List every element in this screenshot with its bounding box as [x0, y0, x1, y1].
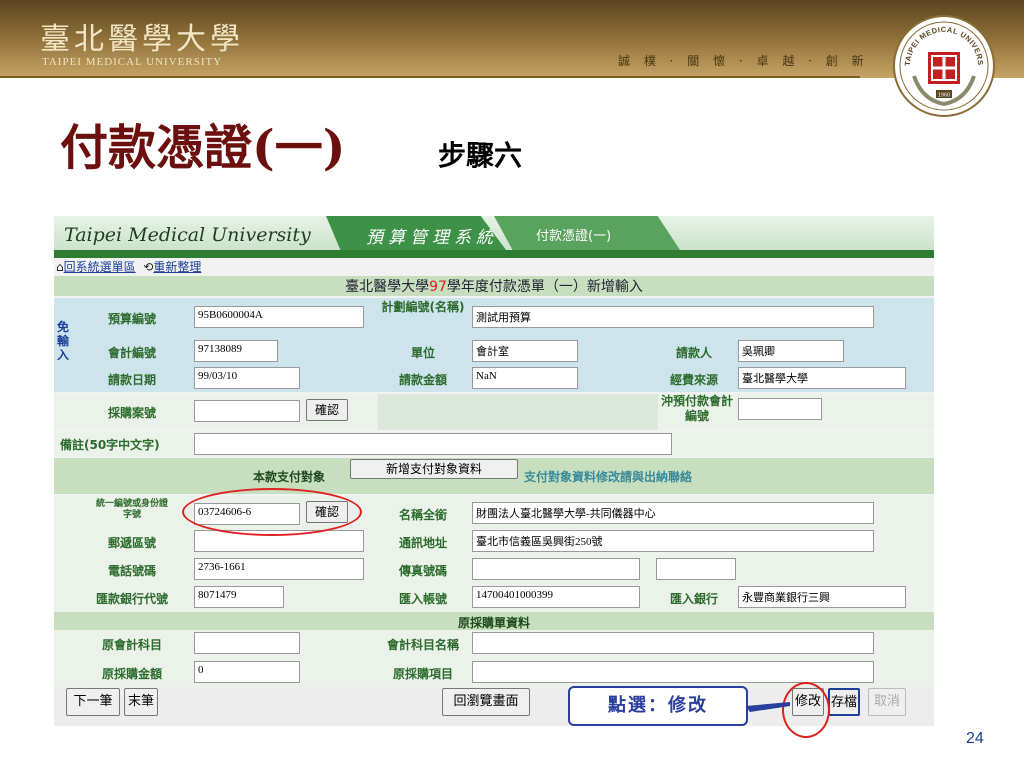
- orig-amount-label: 原採購金額: [101, 667, 162, 681]
- refresh-icon[interactable]: ⟲: [143, 260, 153, 274]
- date-field[interactable]: 99/03/10: [194, 367, 300, 389]
- university-emblem-icon: TAIPEI MEDICAL UNIVERSITY 1960: [892, 14, 995, 117]
- payee-notice: 支付對象資料修改請與出納聯絡: [524, 470, 693, 484]
- fax-ext-field[interactable]: [656, 558, 736, 580]
- amount-field[interactable]: NaN: [472, 367, 578, 389]
- form-title: 臺北醫學大學97學年度付款憑單（一）新增輸入: [54, 276, 934, 296]
- prepay-field[interactable]: [738, 398, 822, 420]
- phone-field[interactable]: 2736-1661: [194, 558, 364, 580]
- cancel-button[interactable]: 取消: [868, 688, 906, 716]
- orig-item-field[interactable]: [472, 661, 874, 683]
- unit-label: 單位: [410, 346, 435, 360]
- side-label: 免輸入: [56, 320, 69, 362]
- budget-no-field[interactable]: 95B0600004A: [194, 306, 364, 328]
- unit-field[interactable]: 會計室: [472, 340, 578, 362]
- payee-id-label: 統一編號或身份證字號: [95, 499, 168, 520]
- app-window: Taipei Medical University 預算管理系統 付款憑證(一)…: [54, 216, 934, 726]
- callout-box: 點選：修改: [568, 686, 748, 726]
- app-green-bar: [54, 250, 934, 258]
- bank-field[interactable]: 永豐商業銀行三興: [738, 586, 906, 608]
- purchase-confirm-button[interactable]: 確認: [306, 399, 348, 421]
- orig-acct-name-field[interactable]: [472, 632, 874, 654]
- acct-no-label: 會計編號: [107, 346, 156, 360]
- slide-title: 付款憑證(一): [60, 120, 346, 176]
- purchase-label: 採購案號: [107, 406, 156, 420]
- acct-no-field[interactable]: 97138089: [194, 340, 278, 362]
- page-number: 24: [966, 730, 984, 747]
- fund-label: 經費來源: [669, 373, 718, 387]
- budget-no-label: 預算編號: [107, 312, 156, 326]
- applicant-field[interactable]: 吳珮卿: [738, 340, 844, 362]
- add-payee-button[interactable]: 新增支付對象資料: [350, 459, 518, 479]
- callout-pointer-icon: [746, 702, 790, 712]
- orig-section-label: 原採購單資料: [457, 616, 530, 630]
- bank-code-field[interactable]: 8071479: [194, 586, 284, 608]
- orig-item-label: 原採購項目: [392, 667, 453, 681]
- note-field[interactable]: [194, 433, 672, 455]
- plan-label: 計劃編號(名稱): [381, 300, 465, 314]
- orig-acct-label: 原會計科目: [101, 638, 162, 652]
- zip-label: 郵遞區號: [107, 536, 156, 550]
- address-field[interactable]: 臺北市信義區吳興街250號: [472, 530, 874, 552]
- fax-field[interactable]: [472, 558, 640, 580]
- browse-screen-button[interactable]: 回瀏覽畫面: [442, 688, 530, 716]
- back-to-menu-link[interactable]: 回系統選單區: [64, 260, 136, 274]
- orig-acct-name-label: 會計科目名稱: [386, 638, 459, 652]
- payee-section-label: 本款支付對象: [252, 470, 325, 484]
- tab-payment-voucher[interactable]: 付款憑證(一): [494, 216, 680, 250]
- slide-subtitle: 步驟六: [438, 139, 523, 172]
- plan-field[interactable]: 測試用預算: [472, 306, 874, 328]
- bank-code-label: 匯款銀行代號: [95, 592, 168, 606]
- banner-divider: [0, 76, 860, 78]
- phone-label: 電話號碼: [107, 564, 156, 578]
- save-button[interactable]: 存檔: [828, 688, 860, 716]
- bank-label: 匯入銀行: [669, 592, 718, 606]
- fax-label: 傳真號碼: [398, 564, 447, 578]
- app-nav: ⌂回系統選單區 ⟲重新整理: [56, 258, 201, 276]
- university-name-en: TAIPEI MEDICAL UNIVERSITY: [42, 56, 223, 68]
- fullname-label: 名稱全銜: [398, 508, 447, 522]
- highlight-ring-id: [182, 488, 362, 536]
- date-label: 請款日期: [107, 373, 156, 387]
- refresh-link[interactable]: 重新整理: [153, 260, 201, 274]
- university-motto: 誠 樸 · 關 懷 · 卓 越 · 創 新: [618, 54, 869, 68]
- account-field[interactable]: 14700401000399: [472, 586, 640, 608]
- prepay-label: 沖預付款會計編號: [660, 394, 733, 423]
- fund-field[interactable]: 臺北醫學大學: [738, 367, 906, 389]
- orig-amount-field[interactable]: 0: [194, 661, 300, 683]
- purchase-field[interactable]: [194, 400, 300, 422]
- orig-header: 原採購單資料: [54, 612, 934, 630]
- note-label: 備註(50字中文字): [60, 438, 160, 452]
- address-label: 通訊地址: [398, 536, 447, 550]
- applicant-label: 請款人: [675, 346, 712, 360]
- amount-label: 請款金額: [398, 373, 447, 387]
- app-brand: Taipei Medical University: [64, 224, 311, 246]
- next-record-button[interactable]: 下一筆: [66, 688, 120, 716]
- home-icon[interactable]: ⌂: [56, 260, 64, 274]
- fullname-field[interactable]: 財團法人臺北醫學大學-共同儀器中心: [472, 502, 874, 524]
- orig-acct-field[interactable]: [194, 632, 300, 654]
- account-label: 匯入帳號: [398, 592, 447, 606]
- purchase-spacer: [378, 394, 658, 430]
- svg-text:1960: 1960: [938, 93, 950, 99]
- university-name-zh: 臺北醫學大學: [40, 22, 244, 57]
- tab-budget-system[interactable]: 預算管理系統: [326, 216, 506, 250]
- last-record-button[interactable]: 末筆: [124, 688, 158, 716]
